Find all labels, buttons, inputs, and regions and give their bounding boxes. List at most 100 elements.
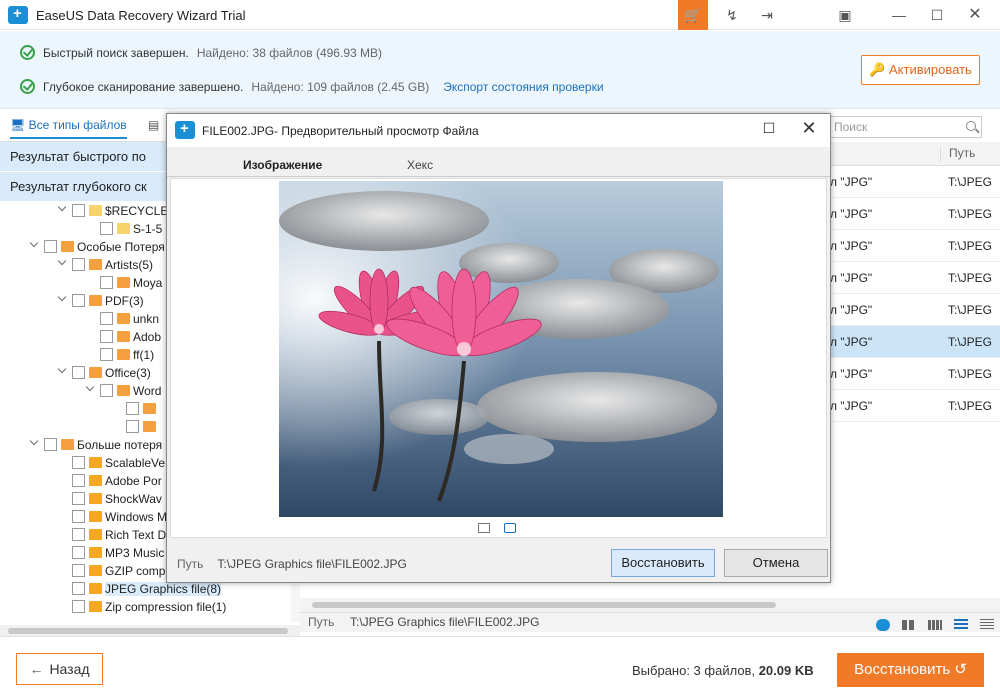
lost-folder-icon bbox=[61, 439, 74, 450]
checkbox[interactable] bbox=[100, 312, 113, 325]
checkbox[interactable] bbox=[126, 402, 139, 415]
dialog-maximize-button[interactable]: ☐ bbox=[759, 120, 779, 140]
tree-item[interactable]: Artists(5) bbox=[58, 256, 153, 274]
table-row[interactable]: л "JPG" T:\JPEG bbox=[830, 390, 1000, 422]
checkbox[interactable] bbox=[100, 222, 113, 235]
checkbox[interactable] bbox=[72, 528, 85, 541]
close-button[interactable]: ✕ bbox=[960, 0, 990, 30]
fit-to-window-icon[interactable] bbox=[504, 523, 516, 533]
recover-arrow-icon: ↺ bbox=[954, 661, 967, 678]
row-type: л "JPG" bbox=[830, 271, 873, 285]
row-type: л "JPG" bbox=[830, 367, 873, 381]
checkbox[interactable] bbox=[72, 492, 85, 505]
tree-item[interactable]: Zip compression file(1) bbox=[72, 598, 226, 616]
checkbox[interactable] bbox=[72, 510, 85, 523]
checkbox[interactable] bbox=[72, 582, 85, 595]
table-row[interactable]: л "JPG" T:\JPEG bbox=[830, 198, 1000, 230]
tree-item[interactable]: Больше потеря bbox=[30, 436, 162, 454]
checkbox[interactable] bbox=[72, 294, 85, 307]
checkbox[interactable] bbox=[100, 276, 113, 289]
tree-item[interactable]: unkn bbox=[100, 310, 159, 328]
checkbox[interactable] bbox=[72, 474, 85, 487]
dialog-cancel-button[interactable]: Отмена bbox=[724, 549, 828, 577]
cart-icon[interactable]: 🛒 bbox=[678, 0, 708, 30]
preview-eye-icon[interactable] bbox=[876, 618, 890, 631]
chevron-down-icon[interactable] bbox=[58, 294, 68, 304]
list-view-icon[interactable] bbox=[954, 618, 968, 631]
tree-item[interactable]: Word bbox=[86, 382, 161, 400]
exit-icon[interactable]: ⇥ bbox=[752, 0, 782, 30]
chevron-down-icon[interactable] bbox=[58, 366, 68, 376]
table-row[interactable]: л "JPG" T:\JPEG bbox=[830, 230, 1000, 262]
back-button[interactable]: ← Назад bbox=[16, 653, 103, 685]
column-path[interactable]: Путь bbox=[940, 146, 975, 162]
details-view-icon[interactable] bbox=[980, 618, 994, 631]
tree-item[interactable]: S-1-5 bbox=[100, 220, 162, 238]
checkbox[interactable] bbox=[72, 204, 85, 217]
recover-button[interactable]: Восстановить ↺ bbox=[837, 653, 984, 687]
tab-all-file-types[interactable]: 🖥 Все типы файлов bbox=[10, 118, 127, 139]
share-icon[interactable]: ↯ bbox=[717, 0, 747, 30]
chevron-down-icon[interactable] bbox=[30, 240, 40, 250]
tree-item[interactable]: Adobe Por bbox=[72, 472, 162, 490]
checkbox[interactable] bbox=[72, 456, 85, 469]
tree-item[interactable]: ff(1) bbox=[100, 346, 154, 364]
image-icon[interactable]: ▤ bbox=[148, 118, 159, 132]
dialog-close-button[interactable]: ✕ bbox=[799, 118, 819, 138]
tree-item[interactable]: Windows M bbox=[72, 508, 167, 526]
checkbox[interactable] bbox=[72, 366, 85, 379]
list-horizontal-scrollbar[interactable] bbox=[300, 598, 1000, 612]
chevron-down-icon[interactable] bbox=[30, 438, 40, 448]
tree-item[interactable]: Office(3) bbox=[58, 364, 151, 382]
tree-item[interactable]: Adob bbox=[100, 328, 161, 346]
search-input[interactable]: Поиск bbox=[828, 116, 982, 138]
small-icons-view-icon[interactable] bbox=[928, 619, 942, 630]
checkbox[interactable] bbox=[44, 240, 57, 253]
tree-item[interactable]: GZIP comp bbox=[72, 562, 165, 580]
table-row[interactable]: л "JPG" T:\JPEG bbox=[830, 294, 1000, 326]
tab-image[interactable]: Изображение bbox=[243, 158, 322, 172]
tree-item[interactable]: MP3 Music bbox=[72, 544, 164, 562]
export-scan-link[interactable]: Экспорт состояния проверки bbox=[443, 80, 603, 94]
tree-item[interactable]: ShockWav bbox=[72, 490, 162, 508]
checkbox[interactable] bbox=[100, 348, 113, 361]
tree-item[interactable]: ScalableVe bbox=[72, 454, 165, 472]
tab-hex[interactable]: Хекс bbox=[407, 158, 433, 172]
checkbox[interactable] bbox=[126, 420, 139, 433]
tree-item[interactable]: Rich Text D bbox=[72, 526, 166, 544]
table-row[interactable]: л "JPG" T:\JPEG bbox=[830, 358, 1000, 390]
checkbox[interactable] bbox=[72, 258, 85, 271]
key-icon: 🔑 bbox=[869, 62, 890, 77]
folder-icon bbox=[89, 259, 102, 270]
checkbox[interactable] bbox=[100, 384, 113, 397]
tree-item[interactable] bbox=[126, 418, 159, 436]
scrollbar-thumb[interactable] bbox=[312, 602, 776, 608]
activate-button[interactable]: 🔑 Активировать bbox=[861, 55, 980, 85]
tree-item[interactable]: $RECYCLE. bbox=[58, 202, 172, 220]
title-bar: EaseUS Data Recovery Wizard Trial 🛒 ↯ ⇥ … bbox=[0, 0, 1000, 30]
chevron-down-icon[interactable] bbox=[58, 258, 68, 268]
checkbox[interactable] bbox=[72, 546, 85, 559]
chevron-down-icon[interactable] bbox=[58, 204, 68, 214]
tree-item[interactable]: Moya bbox=[100, 274, 162, 292]
chevron-down-icon[interactable] bbox=[86, 384, 96, 394]
maximize-button[interactable]: ☐ bbox=[922, 0, 952, 30]
dialog-recover-button[interactable]: Восстановить bbox=[611, 549, 715, 577]
minimize-button[interactable]: — bbox=[884, 0, 914, 30]
actual-size-icon[interactable] bbox=[478, 523, 490, 533]
checkbox[interactable] bbox=[44, 438, 57, 451]
search-icon[interactable] bbox=[966, 121, 976, 131]
checkbox[interactable] bbox=[72, 564, 85, 577]
large-icons-view-icon[interactable] bbox=[902, 619, 916, 630]
tree-item[interactable] bbox=[126, 400, 159, 418]
table-row[interactable]: л "JPG" T:\JPEG bbox=[830, 166, 1000, 198]
checkbox[interactable] bbox=[100, 330, 113, 343]
scrollbar-thumb[interactable] bbox=[8, 628, 288, 634]
table-row-selected[interactable]: л "JPG" T:\JPEG bbox=[830, 326, 1000, 358]
tree-item[interactable]: PDF(3) bbox=[58, 292, 144, 310]
table-row[interactable]: л "JPG" T:\JPEG bbox=[830, 262, 1000, 294]
checkbox[interactable] bbox=[72, 600, 85, 613]
menu-dropdown-icon[interactable]: ▣ bbox=[830, 0, 860, 30]
star-folder-icon bbox=[89, 601, 102, 612]
tree-item[interactable]: Особые Потеря bbox=[30, 238, 165, 256]
